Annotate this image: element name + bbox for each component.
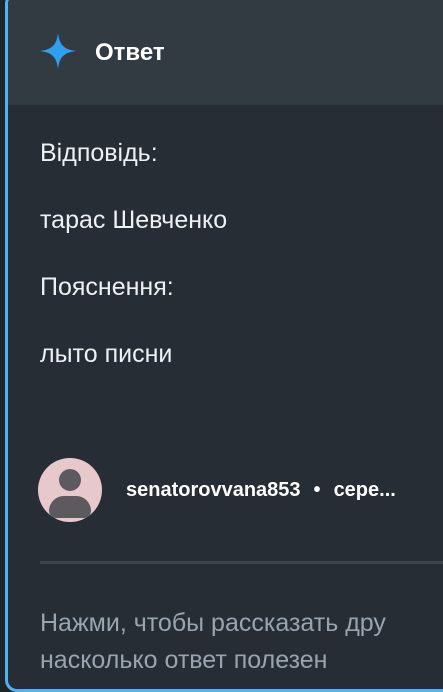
answer-date: сере... — [333, 478, 396, 501]
answer-header: Ответ — [8, 0, 443, 105]
answer-text: тарас Шевченко — [40, 206, 228, 234]
sparkle-star-icon — [40, 33, 76, 69]
rating-prompt-line-1: Нажми, чтобы рассказать дру — [40, 609, 386, 637]
explanation-text: лыто писни — [40, 340, 173, 368]
author-info: senatorovvana853 • сере... — [38, 457, 396, 523]
user-avatar-icon[interactable] — [38, 458, 102, 522]
answer-card: Ответ Відповідь: тарас Шевченко Поясненн… — [5, 0, 443, 692]
author-username[interactable]: senatorovvana853 — [126, 479, 301, 502]
divider — [40, 561, 443, 564]
answer-header-title: Ответ — [95, 39, 165, 66]
rating-prompt-line-2: насколько ответ полезен — [40, 646, 328, 674]
author-separator: • — [313, 478, 321, 501]
answer-label: Відповідь: — [40, 139, 158, 167]
explanation-label: Пояснення: — [40, 273, 174, 301]
